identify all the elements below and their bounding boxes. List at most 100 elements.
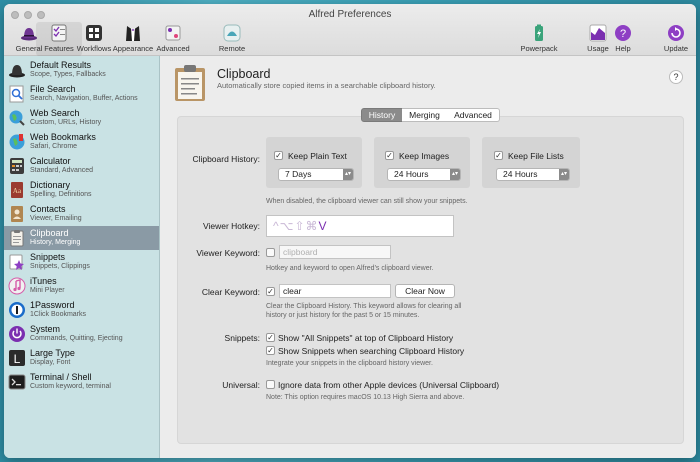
keep-file-lists-label: Keep File Lists <box>508 151 564 161</box>
show-snippets-search-label: Show Snippets when searching Clipboard H… <box>278 346 465 356</box>
toolbar-remote-label: Remote <box>218 44 246 53</box>
sidebar-item-contacts[interactable]: Contacts Viewer, Emailing <box>4 202 159 226</box>
file-search-icon <box>9 85 24 103</box>
sidebar-item-title: Terminal / Shell <box>30 372 92 382</box>
contacts-icon <box>11 206 23 222</box>
sidebar-item-title: File Search <box>30 84 76 94</box>
titlebar: Alfred Preferences General Features Work… <box>4 4 696 56</box>
sidebar-item-subtitle: Scope, Types, Fallbacks <box>30 70 106 78</box>
sidebar-item-system[interactable]: System Commands, Quitting, Ejecting <box>4 322 159 346</box>
window-title: Alfred Preferences <box>308 9 392 20</box>
hat-icon <box>9 65 25 78</box>
toolbar-advanced[interactable]: Advanced <box>150 22 196 56</box>
sidebar-item-title: Snippets <box>30 252 66 262</box>
clear-keyword-checkbox[interactable]: ✓ <box>266 287 275 296</box>
show-all-snippets-checkbox[interactable]: ✓ <box>266 333 275 342</box>
file-lists-duration-select[interactable]: 24 Hours ▴▾ <box>496 168 570 181</box>
sidebar-item-web-search[interactable]: Web Search Custom, URLs, History <box>4 106 159 130</box>
sidebar-item-file-search[interactable]: File Search Search, Navigation, Buffer, … <box>4 82 159 106</box>
sidebar-item-subtitle: Commands, Quitting, Ejecting <box>30 334 123 342</box>
sidebar-item-subtitle: Spelling, Definitions <box>30 190 92 198</box>
sidebar-item-clipboard[interactable]: Clipboard History, Merging <box>4 226 159 250</box>
keep-plain-text-label: Keep Plain Text <box>288 151 347 161</box>
preferences-window: Alfred Preferences General Features Work… <box>4 4 696 458</box>
file-lists-duration-value: 24 Hours <box>503 169 538 179</box>
toolbar-powerpack[interactable]: Powerpack <box>516 22 562 56</box>
sidebar-item-subtitle: Safari, Chrome <box>30 142 78 150</box>
sidebar-item-default-results[interactable]: Default Results Scope, Types, Fallbacks <box>4 58 159 82</box>
terminal-icon <box>8 374 26 390</box>
tuxedo-icon <box>126 26 140 41</box>
sidebar-item-subtitle: Custom keyword, terminal <box>30 382 111 390</box>
remote-icon <box>223 24 241 42</box>
help-button[interactable]: ? <box>669 70 683 84</box>
hotkey-key: V <box>318 219 328 233</box>
clipboard-history-label: Clipboard History: <box>192 154 260 164</box>
show-snippets-search-checkbox[interactable]: ✓ <box>266 346 275 355</box>
snippets-hint: Integrate your snippets in the clipboard… <box>266 360 433 367</box>
viewer-hotkey-field[interactable]: ^⌥⇧⌘V <box>266 215 454 237</box>
clear-keyword-label: Clear Keyword: <box>201 287 260 297</box>
tab-advanced[interactable]: Advanced <box>447 108 500 122</box>
powerpack-icon <box>535 24 543 41</box>
svg-text:Aa: Aa <box>13 187 22 195</box>
sidebar-item-subtitle: Mini Player <box>30 286 65 294</box>
sidebar-item-subtitle: 1Click Bookmarks <box>30 310 87 318</box>
keep-images-checkbox[interactable]: ✓ <box>385 151 394 160</box>
toolbar-powerpack-label: Powerpack <box>520 44 558 53</box>
viewer-keyword-checkbox[interactable] <box>266 248 275 257</box>
sidebar-item-title: Calculator <box>30 156 71 166</box>
update-icon <box>668 25 684 41</box>
snippets-icon <box>9 254 24 270</box>
sidebar-item-title: Default Results <box>30 60 92 70</box>
dictionary-icon: Aa <box>11 182 23 198</box>
sidebar-item-itunes[interactable]: iTunes Mini Player <box>4 274 159 298</box>
toolbar-help-label: Help <box>615 44 631 53</box>
sidebar-item-title: Dictionary <box>30 180 71 190</box>
sidebar-item-subtitle: Display, Font <box>30 358 71 366</box>
tab-history[interactable]: History <box>361 108 403 122</box>
viewer-keyword-label: Viewer Keyword: <box>196 248 260 258</box>
sidebar-item-large-type[interactable]: L Large Type Display, Font <box>4 346 159 370</box>
toolbar-help[interactable]: ? Help <box>600 22 646 56</box>
sidebar-item-title: Web Bookmarks <box>30 132 96 142</box>
toolbar-remote[interactable]: Remote <box>209 22 255 56</box>
clear-keyword-hint: Clear the Clipboard History. This keywor… <box>266 303 462 319</box>
snippets-label: Snippets: <box>224 333 260 343</box>
ignore-universal-checkbox[interactable] <box>266 380 275 389</box>
workflows-icon <box>86 25 102 41</box>
hotkey-modifiers: ^⌥⇧⌘ <box>273 219 319 233</box>
keep-file-lists-checkbox[interactable]: ✓ <box>494 151 503 160</box>
clipboard-icon <box>175 65 205 101</box>
globe-search-icon <box>9 110 25 126</box>
tab-merging[interactable]: Merging <box>402 108 448 122</box>
universal-hint: Note: This option requires macOS 10.13 H… <box>266 394 465 401</box>
plain-text-duration-select[interactable]: 7 Days ▴▾ <box>278 168 354 181</box>
show-all-snippets-label: Show "All Snippets" at top of Clipboard … <box>278 333 454 343</box>
clear-keyword-input[interactable]: clear <box>279 284 391 298</box>
sidebar-item-terminal[interactable]: Terminal / Shell Custom keyword, termina… <box>4 370 159 394</box>
svg-text:L: L <box>14 352 21 366</box>
sidebar-item-web-bookmarks[interactable]: Web Bookmarks Safari, Chrome <box>4 130 159 154</box>
viewer-keyword-input[interactable]: clipboard <box>279 245 391 259</box>
sidebar-item-1password[interactable]: 1Password 1Click Bookmarks <box>4 298 159 322</box>
sidebar-item-subtitle: Standard, Advanced <box>30 166 94 174</box>
sidebar-item-title: Web Search <box>30 108 80 118</box>
history-panel: Clipboard History: ✓ Keep Plain Text 7 D… <box>177 116 684 444</box>
images-duration-select[interactable]: 24 Hours ▴▾ <box>387 168 461 181</box>
toolbar-update[interactable]: Update <box>653 22 696 56</box>
advanced-icon <box>165 25 181 41</box>
toolbar-update-label: Update <box>663 44 689 53</box>
sidebar-item-subtitle: Snippets, Clippings <box>30 262 90 270</box>
sidebar-item-dictionary[interactable]: Aa Dictionary Spelling, Definitions <box>4 178 159 202</box>
keep-plain-text-checkbox[interactable]: ✓ <box>274 151 283 160</box>
sidebar-item-snippets[interactable]: Snippets Snippets, Clippings <box>4 250 159 274</box>
sidebar-item-calculator[interactable]: Calculator Standard, Advanced <box>4 154 159 178</box>
sidebar-item-subtitle: History, Merging <box>30 238 81 246</box>
plain-text-duration-value: 7 Days <box>285 169 312 179</box>
page-title: Clipboard <box>217 67 271 81</box>
updown-arrow-icon: ▴▾ <box>343 169 353 180</box>
viewer-hotkey-label: Viewer Hotkey: <box>202 221 260 231</box>
sidebar-item-title: System <box>30 324 61 334</box>
clear-now-button[interactable]: Clear Now <box>395 284 455 298</box>
